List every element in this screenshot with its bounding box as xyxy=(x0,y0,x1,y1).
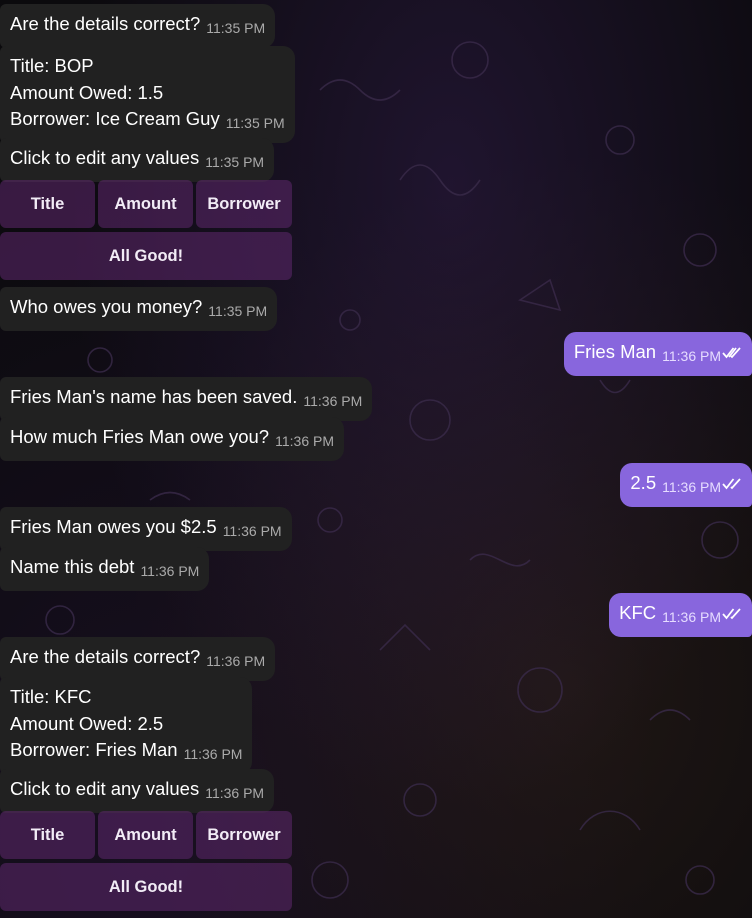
double-check-icon xyxy=(722,608,741,620)
message-text: Fries Man xyxy=(573,341,657,362)
bot-message-name-debt: Name this debt 11:36 PM xyxy=(0,547,210,591)
message-time: 11:36 PM xyxy=(662,348,721,364)
message-time: 11:35 PM xyxy=(225,115,285,131)
button-label: All Good! xyxy=(108,246,184,265)
button-label: Title xyxy=(30,825,65,844)
button-label: All Good! xyxy=(108,877,184,896)
message-time: 11:36 PM xyxy=(205,785,265,801)
bot-message-owes-confirmation: Fries Man owes you $2.5 11:36 PM xyxy=(0,507,292,551)
user-message-fries-man: Fries Man 11:36 PM xyxy=(563,332,752,376)
button-label: Amount xyxy=(114,825,177,844)
user-message-amount: 2.5 11:36 PM xyxy=(620,463,752,507)
borrower-button[interactable]: Borrower xyxy=(196,811,292,859)
message-text: KFC xyxy=(619,602,657,623)
details-title-line: Title: KFC xyxy=(10,686,92,707)
user-message-debt-name: KFC 11:36 PM xyxy=(609,593,752,637)
bot-message-details-question: Are the details correct? 11:35 PM xyxy=(0,4,276,48)
message-text: Are the details correct? xyxy=(10,646,201,667)
message-time: 11:36 PM xyxy=(140,563,200,579)
message-text: Who owes you money? xyxy=(10,296,203,317)
button-label: Amount xyxy=(114,194,177,213)
amount-button[interactable]: Amount xyxy=(98,180,193,228)
details-borrower-line: Borrower: Fries Man xyxy=(10,739,178,760)
message-text: Name this debt xyxy=(10,556,135,577)
bot-message-details-summary: Title: BOP Amount Owed: 1.5 Borrower: Ic… xyxy=(0,46,295,143)
title-button[interactable]: Title xyxy=(0,811,95,859)
bot-message-how-much: How much Fries Man owe you? 11:36 PM xyxy=(0,417,344,461)
title-button[interactable]: Title xyxy=(0,180,95,228)
message-time: 11:36 PM xyxy=(183,746,243,762)
button-label: Borrower xyxy=(207,825,281,844)
message-time: 11:36 PM xyxy=(275,433,334,449)
details-borrower-line: Borrower: Ice Cream Guy xyxy=(10,108,220,129)
details-amount-line: Amount Owed: 1.5 xyxy=(10,81,164,103)
message-time: 11:35 PM xyxy=(208,303,268,319)
bot-message-details-summary: Title: KFC Amount Owed: 2.5 Borrower: Fr… xyxy=(0,677,253,774)
message-time: 11:35 PM xyxy=(206,20,266,36)
bot-message-edit-prompt: Click to edit any values 11:35 PM xyxy=(0,138,275,182)
message-time: 11:36 PM xyxy=(222,523,282,539)
message-text: Click to edit any values xyxy=(10,778,200,799)
bot-message-details-question: Are the details correct? 11:36 PM xyxy=(0,637,276,681)
message-time: 11:36 PM xyxy=(303,393,363,409)
bot-message-who-owes: Who owes you money? 11:35 PM xyxy=(0,287,278,331)
borrower-button[interactable]: Borrower xyxy=(196,180,292,228)
message-text: 2.5 xyxy=(630,472,657,493)
double-check-icon xyxy=(722,478,741,490)
double-check-icon xyxy=(722,347,741,359)
button-label: Borrower xyxy=(207,194,281,213)
message-text: Fries Man's name has been saved. xyxy=(10,386,298,407)
bot-message-name-saved: Fries Man's name has been saved. 11:36 PM xyxy=(0,377,373,421)
message-text: Click to edit any values xyxy=(10,147,200,168)
amount-button[interactable]: Amount xyxy=(98,811,193,859)
message-text: Are the details correct? xyxy=(10,13,201,34)
all-good-button[interactable]: All Good! xyxy=(0,232,292,280)
bot-message-edit-prompt: Click to edit any values 11:36 PM xyxy=(0,769,275,813)
details-title-line: Title: BOP xyxy=(10,55,94,76)
all-good-button[interactable]: All Good! xyxy=(0,863,292,911)
message-time: 11:36 PM xyxy=(662,609,721,625)
message-time: 11:36 PM xyxy=(662,479,721,495)
message-time: 11:36 PM xyxy=(206,653,266,669)
message-text: How much Fries Man owe you? xyxy=(10,426,270,447)
message-text: Fries Man owes you $2.5 xyxy=(10,516,217,537)
details-amount-line: Amount Owed: 2.5 xyxy=(10,712,164,734)
message-time: 11:35 PM xyxy=(205,154,265,170)
button-label: Title xyxy=(30,194,65,213)
